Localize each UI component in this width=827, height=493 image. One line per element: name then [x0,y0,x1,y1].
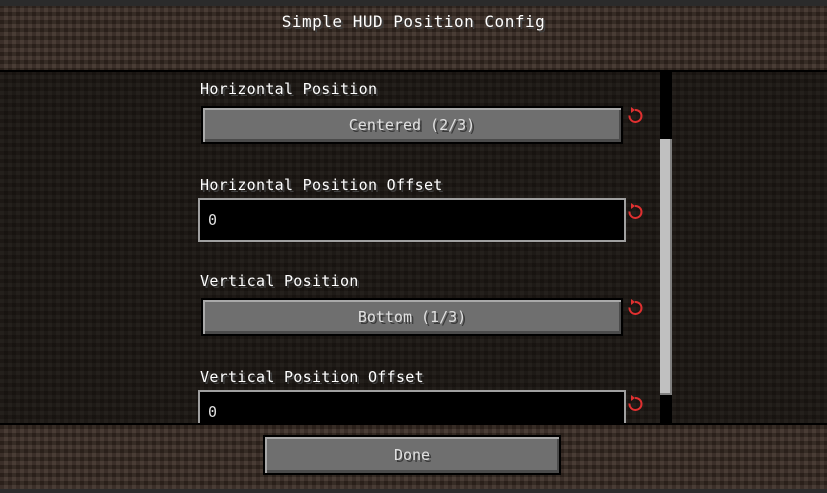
reset-arrow-icon[interactable] [627,107,643,125]
vertical-position-button[interactable]: Bottom (1/3) [201,298,623,336]
option-label-vertical-position: Vertical Position [200,272,359,290]
reset-arrow-icon[interactable] [627,299,643,317]
horizontal-offset-input[interactable] [198,198,626,242]
window-bottom-edge [0,489,827,493]
horizontal-position-button[interactable]: Centered (2/3) [201,106,623,144]
option-label-horizontal-position: Horizontal Position [200,80,378,98]
window-top-edge [0,0,827,6]
options-list[interactable]: Horizontal Position Centered (2/3) Horiz… [0,72,827,423]
option-label-horizontal-position-offset: Horizontal Position Offset [200,176,443,194]
vertical-offset-input[interactable] [198,390,626,423]
option-label-vertical-position-offset: Vertical Position Offset [200,368,424,386]
scrollbar-thumb[interactable] [660,139,672,395]
screen-title: Simple HUD Position Config [281,12,546,31]
done-button[interactable]: Done [263,435,561,475]
reset-arrow-icon[interactable] [627,395,643,413]
reset-arrow-icon[interactable] [627,203,643,221]
header-bar: Simple HUD Position Config [0,0,827,72]
